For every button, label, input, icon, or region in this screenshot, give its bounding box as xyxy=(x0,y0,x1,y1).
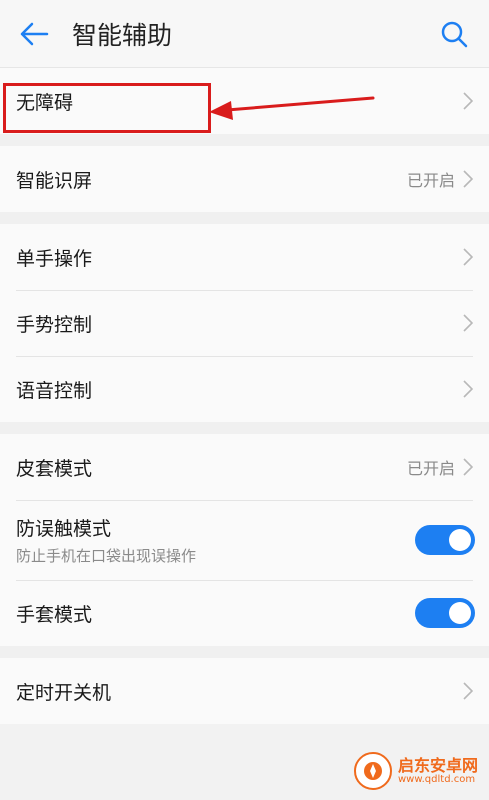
chevron-right-icon xyxy=(461,91,475,111)
toggle-knob xyxy=(449,602,471,624)
app-header: 智能辅助 xyxy=(0,0,489,68)
chevron-right-icon xyxy=(461,247,475,267)
glove-mode-toggle[interactable] xyxy=(415,598,475,628)
status-value: 已开启 xyxy=(406,171,455,190)
chevron-right-icon xyxy=(461,313,475,333)
item-label: 皮套模式 xyxy=(16,457,93,480)
item-label: 手势控制 xyxy=(16,313,93,336)
group-divider xyxy=(0,212,489,224)
item-label: 单手操作 xyxy=(16,247,93,270)
settings-item-cover-mode[interactable]: 皮套模式 已开启 xyxy=(0,434,489,500)
item-label: 定时开关机 xyxy=(16,681,112,704)
chevron-right-icon xyxy=(461,379,475,399)
item-label: 智能识屏 xyxy=(16,169,93,192)
watermark-url: www.qdltd.com xyxy=(398,774,476,786)
chevron-right-icon xyxy=(461,169,475,189)
settings-group-screen-recognition: 智能识屏 已开启 xyxy=(0,146,489,212)
group-divider xyxy=(0,646,489,658)
page-title: 智能辅助 xyxy=(72,20,173,50)
group-divider xyxy=(0,422,489,434)
chevron-right-icon xyxy=(461,681,475,701)
site-watermark: 启东安卓网 www.qdltd.com xyxy=(354,752,478,790)
annotation-arrow-icon xyxy=(209,96,375,120)
settings-item-smart-screen-recognition[interactable]: 智能识屏 已开启 xyxy=(0,146,489,212)
settings-group-controls: 单手操作 手势控制 语音控制 xyxy=(0,224,489,422)
settings-item-scheduled-power[interactable]: 定时开关机 xyxy=(0,658,489,724)
settings-item-one-hand[interactable]: 单手操作 xyxy=(0,224,489,290)
arrow-left-icon xyxy=(20,22,49,45)
item-label: 手套模式 xyxy=(16,603,93,626)
search-button[interactable] xyxy=(437,17,471,51)
group-divider xyxy=(0,134,489,146)
anti-mistouch-toggle[interactable] xyxy=(415,525,475,555)
annotation-highlight-box xyxy=(3,83,211,133)
chevron-right-icon xyxy=(461,457,475,477)
item-label: 语音控制 xyxy=(16,379,93,402)
search-icon xyxy=(441,21,468,47)
toggle-knob xyxy=(449,529,471,551)
status-value: 已开启 xyxy=(406,459,455,478)
item-label: 防误触模式 xyxy=(16,518,112,540)
settings-item-gesture[interactable]: 手势控制 xyxy=(0,290,489,356)
settings-group-schedule: 定时开关机 xyxy=(0,658,489,724)
watermark-title: 启东安卓网 xyxy=(398,755,479,775)
watermark-logo-icon xyxy=(354,752,392,790)
back-button[interactable] xyxy=(18,18,50,50)
settings-item-voice[interactable]: 语音控制 xyxy=(0,356,489,422)
settings-item-glove-mode: 手套模式 xyxy=(0,580,489,646)
settings-item-anti-mistouch: 防误触模式 防止手机在口袋出现误操作 xyxy=(0,500,489,580)
settings-group-modes: 皮套模式 已开启 防误触模式 防止手机在口袋出现误操作 手套模式 xyxy=(0,434,489,646)
item-description: 防止手机在口袋出现误操作 xyxy=(16,547,197,565)
